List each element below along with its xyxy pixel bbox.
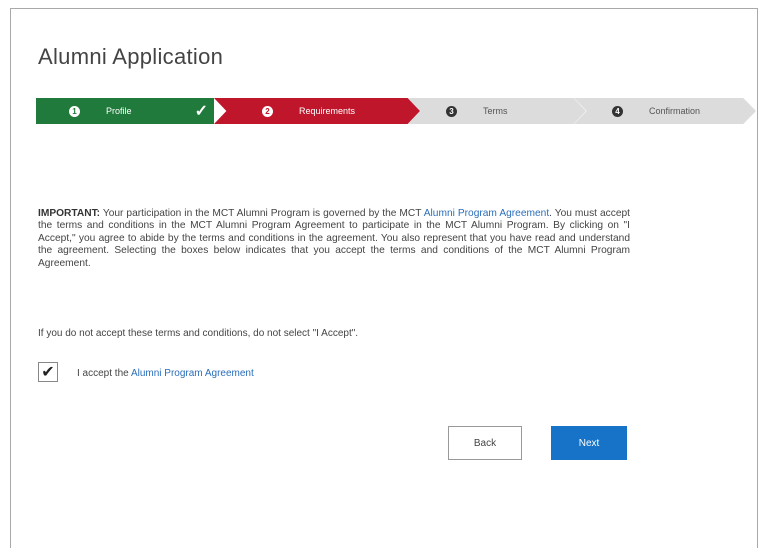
important-label: IMPORTANT: bbox=[38, 208, 101, 219]
accept-agreement-link[interactable]: Alumni Program Agreement bbox=[131, 368, 254, 379]
step-label-requirements: Requirements bbox=[299, 106, 356, 116]
accept-checkbox-label[interactable]: I accept the Alumni Program Agreement bbox=[77, 368, 254, 379]
step-confirmation[interactable]: 4 Confirmation bbox=[574, 98, 756, 124]
accept-checkbox[interactable]: ✔ bbox=[38, 362, 58, 382]
progress-steps: 1 Profile ✓ 2 Requirements 3 Terms 4 Con… bbox=[36, 98, 756, 124]
next-button[interactable]: Next bbox=[551, 426, 627, 460]
step-number-1: 1 bbox=[69, 105, 80, 117]
page-title: Alumni Application bbox=[38, 44, 224, 69]
step-terms[interactable]: 3 Terms bbox=[408, 98, 586, 124]
step-profile[interactable]: 1 Profile ✓ bbox=[36, 98, 214, 124]
step-number-4: 4 bbox=[612, 105, 623, 117]
agreement-text: IMPORTANT: Your participation in the MCT… bbox=[38, 208, 630, 270]
step-label-profile: Profile bbox=[106, 106, 132, 116]
agreement-link[interactable]: Alumni Program Agreement bbox=[424, 208, 549, 219]
checkmark-icon: ✔ bbox=[41, 364, 55, 381]
agreement-text-part-1: Your participation in the MCT Alumni Pro… bbox=[100, 208, 424, 219]
back-button[interactable]: Back bbox=[448, 426, 522, 460]
accept-text: I accept the bbox=[77, 368, 131, 379]
checkmark-icon: ✓ bbox=[194, 103, 208, 120]
step-requirements[interactable]: 2 Requirements bbox=[214, 98, 420, 124]
step-label-confirmation: Confirmation bbox=[649, 106, 701, 116]
step-number-3: 3 bbox=[446, 105, 457, 117]
accept-note: If you do not accept these terms and con… bbox=[38, 328, 359, 339]
step-label-terms: Terms bbox=[483, 106, 508, 116]
step-number-2: 2 bbox=[262, 105, 273, 117]
application-window bbox=[10, 8, 758, 548]
